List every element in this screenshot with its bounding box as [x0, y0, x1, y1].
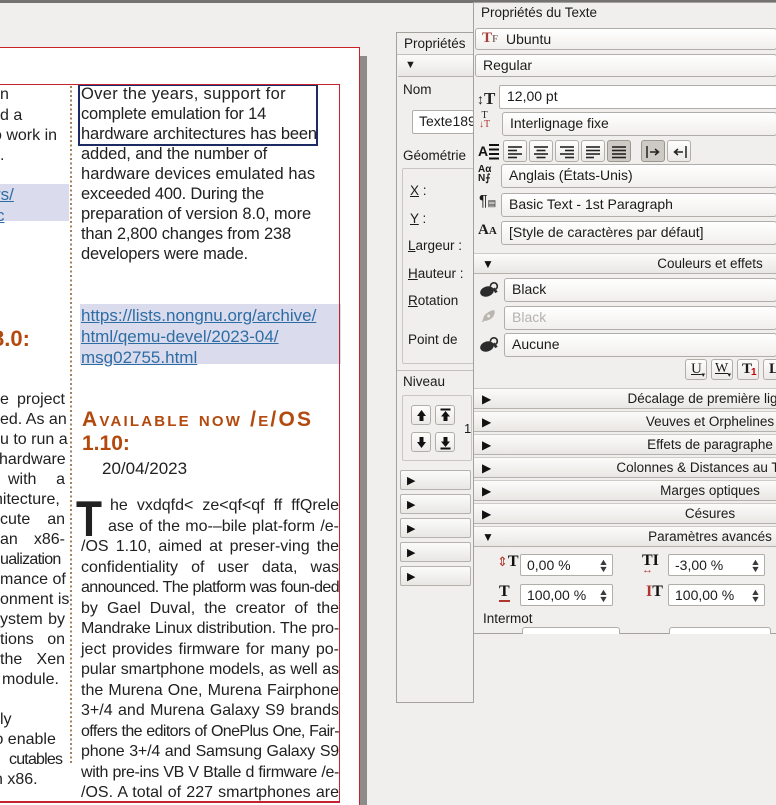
svg-text:A: A [478, 143, 488, 159]
